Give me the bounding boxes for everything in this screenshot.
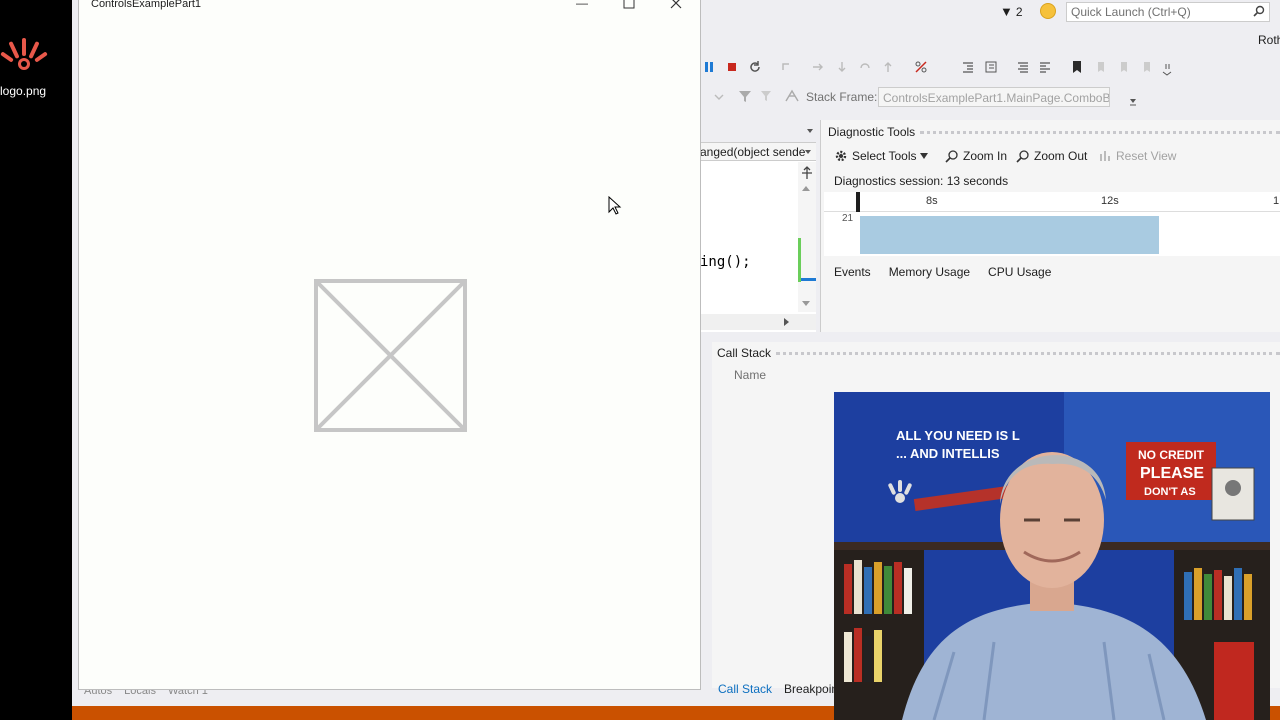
desktop-icon-label: logo.png (0, 84, 47, 98)
diagnostic-tabs: Events Memory Usage CPU Usage (834, 265, 1051, 279)
reset-view-label: Reset View (1116, 149, 1177, 163)
stack-frame-label: Stack Frame: (806, 90, 878, 104)
minimize-icon[interactable]: — (572, 0, 592, 12)
ruler-label: 1 (1273, 195, 1280, 207)
flag-icon: ▼ (1000, 4, 1013, 19)
pause-icon[interactable] (702, 60, 716, 74)
zoom-in-button[interactable]: Zoom In (945, 149, 1007, 163)
scroll-down-icon[interactable] (801, 300, 811, 308)
scroll-position-marker (800, 278, 816, 281)
sign-text: NO CREDIT (1138, 448, 1205, 462)
thread-dropdown-icon[interactable] (712, 90, 726, 104)
timeline-marker (856, 192, 860, 212)
zoom-in-icon (945, 150, 958, 163)
ruler-label: 12s (1101, 195, 1119, 207)
panel-grip (920, 131, 1280, 134)
notifications[interactable]: ▼ 2 (1000, 4, 1023, 19)
sign-text: PLEASE (1140, 465, 1204, 482)
gear-icon (835, 150, 847, 162)
code-line: ing(); (700, 254, 751, 270)
logo-icon[interactable] (0, 32, 48, 80)
image-placeholder-icon (314, 279, 467, 432)
scroll-right-icon[interactable] (783, 317, 791, 327)
call-stack-title: Call Stack (717, 346, 772, 360)
thread-flag-icon[interactable] (784, 89, 800, 103)
chevron-down-icon (920, 153, 929, 159)
reset-view-icon (1100, 151, 1110, 161)
bottom-tab-strip: Call Stack Breakpoin (712, 680, 844, 698)
tab-events[interactable]: Events (834, 265, 871, 279)
step-back-icon[interactable] (858, 60, 872, 74)
track-value: 21 (842, 213, 854, 224)
hot-reload-icon[interactable] (914, 60, 928, 74)
filter-icon[interactable] (738, 89, 752, 103)
member-dropdown-value: anged(object sende (700, 145, 806, 159)
poster-text: ALL YOU NEED IS L (896, 428, 1020, 443)
select-tools-label: Select Tools (852, 149, 917, 163)
toolbar-overflow-icon[interactable] (1160, 62, 1174, 76)
webcam-video: ALL YOU NEED IS L ... AND INTELLIS NO CR… (834, 392, 1270, 720)
member-dropdown-chevron-icon[interactable] (803, 148, 813, 156)
cpu-usage-band (860, 216, 1159, 254)
webcam-scene: ALL YOU NEED IS L ... AND INTELLIS NO CR… (834, 392, 1270, 720)
next-bookmark-icon[interactable] (1118, 60, 1132, 74)
maximize-icon[interactable] (623, 0, 635, 9)
member-dropdown[interactable]: anged(object sende (700, 143, 816, 161)
scroll-up-icon[interactable] (801, 184, 811, 192)
zoom-in-label: Zoom In (963, 149, 1008, 163)
screen: logo.png ▼ 2 Quick Launch (Ctrl+Q) Roth (0, 0, 1280, 720)
zoom-out-icon (1016, 150, 1029, 163)
reset-view-button[interactable]: Reset View (1098, 149, 1176, 163)
prev-bookmark-icon[interactable] (1095, 60, 1109, 74)
search-icon (1253, 5, 1265, 17)
poster-text: ... AND INTELLIS (896, 446, 1000, 461)
step-into-icon[interactable] (811, 60, 825, 74)
tab-memory-usage[interactable]: Memory Usage (889, 265, 970, 279)
zoom-out-label: Zoom Out (1034, 149, 1088, 163)
notification-count: 2 (1015, 4, 1023, 19)
stop-icon[interactable] (725, 60, 739, 74)
stack-frame-dropdown[interactable]: ControlsExamplePart1.MainPage.ComboB (878, 87, 1110, 107)
split-editor-icon[interactable] (800, 166, 814, 180)
clear-bookmarks-icon[interactable] (1141, 60, 1155, 74)
diagnostics-session: Diagnostics session: 13 seconds (834, 174, 1009, 188)
timeline-ruler[interactable] (824, 192, 1280, 212)
change-indicator (798, 238, 801, 282)
uncomment-icon[interactable] (1038, 60, 1052, 74)
diagnostic-tools-title: Diagnostic Tools (828, 125, 916, 139)
bookmark-icon[interactable] (1070, 60, 1084, 74)
zoom-out-button[interactable]: Zoom Out (1016, 149, 1087, 163)
quick-launch-input[interactable]: Quick Launch (Ctrl+Q) (1066, 2, 1270, 22)
filter-clear-icon[interactable] (760, 89, 774, 103)
call-stack-name-header[interactable]: Name (734, 368, 766, 382)
quick-launch-placeholder: Quick Launch (Ctrl+Q) (1071, 5, 1191, 19)
show-next-statement-icon[interactable] (780, 60, 794, 74)
outdent-icon[interactable] (984, 60, 998, 74)
user-name[interactable]: Roth (1258, 33, 1280, 47)
code-horizontal-scrollbar[interactable] (700, 314, 816, 330)
step-over-icon[interactable] (835, 60, 849, 74)
step-out-icon[interactable] (881, 60, 895, 74)
restart-icon[interactable] (748, 60, 762, 74)
comment-icon[interactable] (1016, 60, 1030, 74)
indent-icon[interactable] (961, 60, 975, 74)
panel-dropdown-chevron-icon[interactable] (805, 127, 815, 135)
panel-grip (776, 352, 1280, 355)
chevron-down-icon[interactable] (1128, 96, 1138, 106)
sign-text: DON'T AS (1144, 486, 1196, 498)
desktop: logo.png (0, 0, 72, 720)
select-tools-button[interactable]: Select Tools (834, 149, 929, 163)
app-window-title: ControlsExamplePart1 (91, 0, 202, 10)
tab-cpu-usage[interactable]: CPU Usage (988, 265, 1051, 279)
mouse-cursor-icon (608, 196, 622, 215)
ruler-label: 8s (926, 195, 938, 207)
tab-call-stack[interactable]: Call Stack (712, 680, 778, 698)
close-icon[interactable] (670, 0, 682, 9)
feedback-smiley-icon[interactable] (1040, 3, 1056, 19)
stack-frame-value: ControlsExamplePart1.MainPage.ComboB (883, 91, 1110, 105)
